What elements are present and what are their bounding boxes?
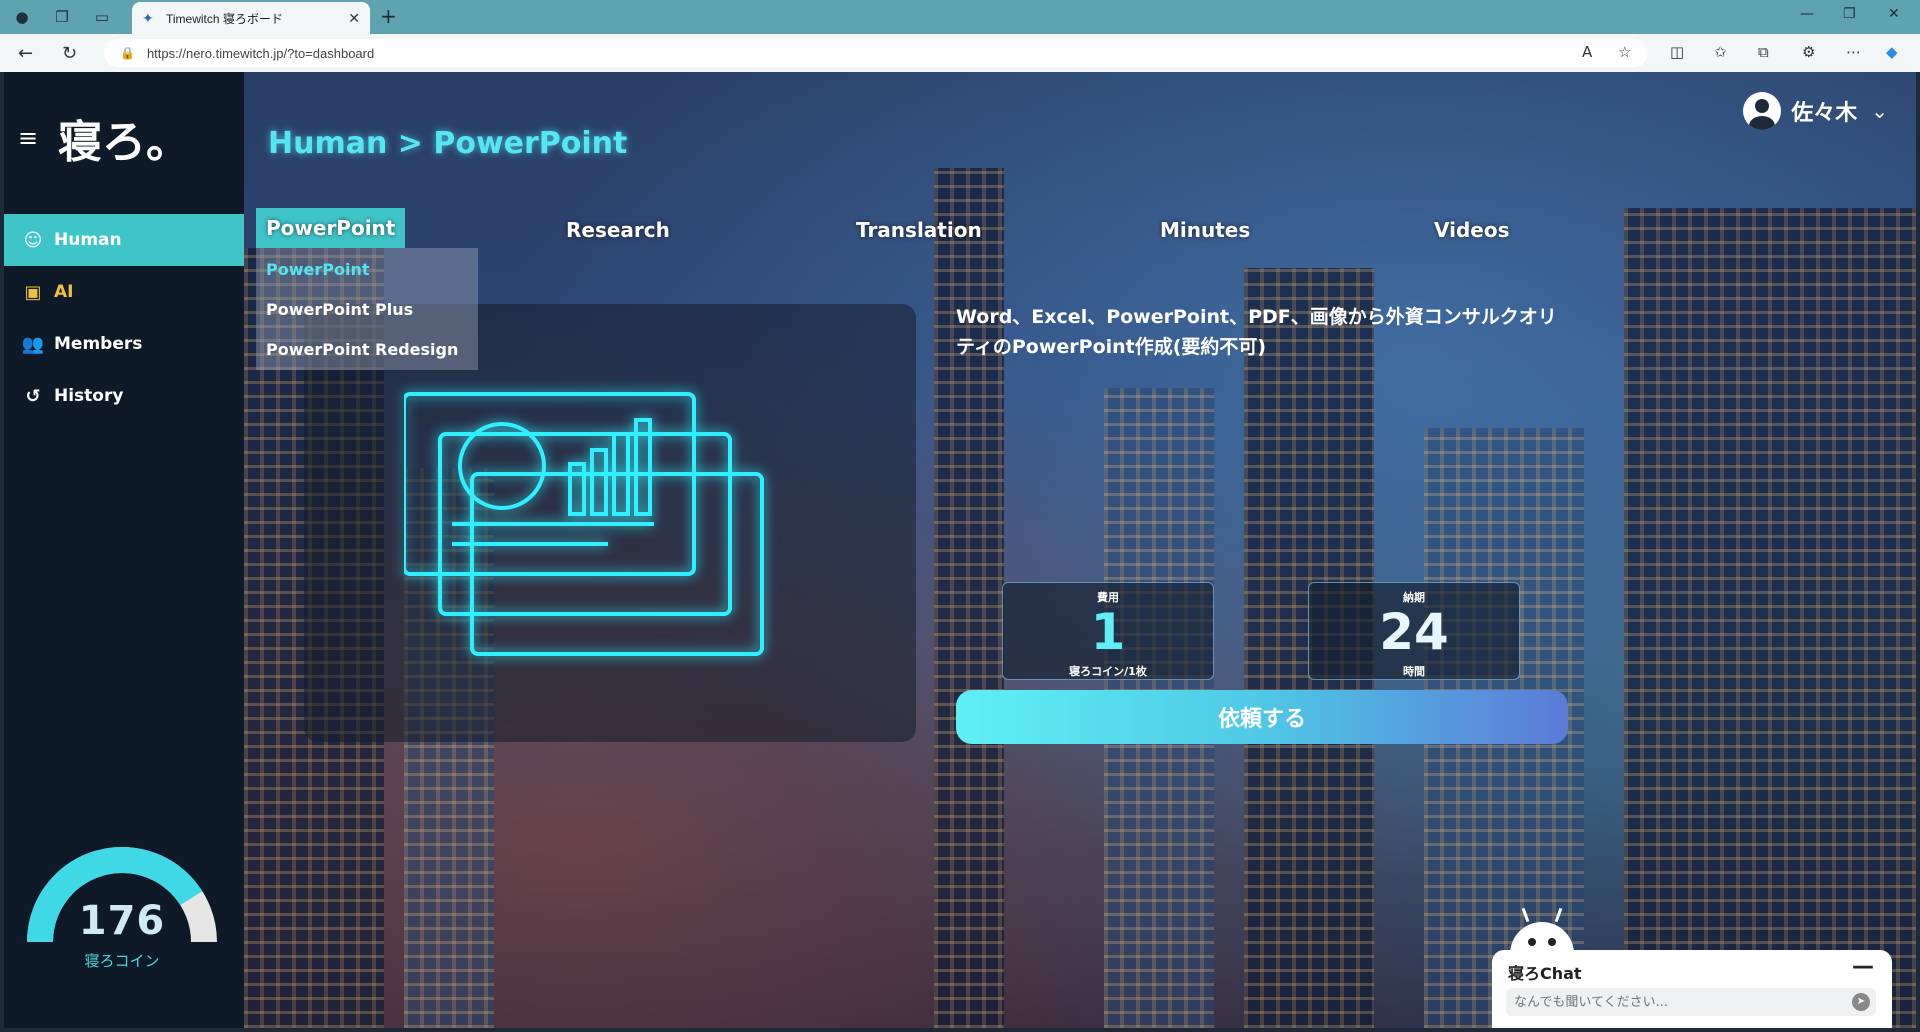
main-content: Human > PowerPoint 佐々木 ⌄ PowerPoint Rese…	[244, 72, 1916, 1028]
coin-label: 寝ろコイン	[84, 952, 160, 970]
subcategory-dropdown: PowerPoint PowerPoint Plus PowerPoint Re…	[256, 248, 478, 370]
timewitch-favicon-icon: ✦	[142, 10, 154, 26]
minimize-icon[interactable]: —	[1800, 6, 1814, 22]
browser-tab[interactable]: ✦ Timewitch 寝ろボード ✕	[132, 2, 370, 34]
address-bar: ← ↻ 🔒 https://nero.timewitch.jp/?to=dash…	[0, 34, 1920, 72]
sidebar-item-history[interactable]: ↺ History	[4, 370, 244, 422]
logo: 寝ろ。	[58, 117, 190, 168]
favorite-star-icon[interactable]: ☆	[1618, 43, 1631, 61]
cost-value: 1	[1090, 603, 1126, 661]
tab-videos[interactable]: Videos	[1434, 212, 1510, 248]
service-description: Word、Excel、PowerPoint、PDF、画像から外資コンサルクオリテ…	[956, 306, 1557, 358]
favorites-icon[interactable]: ✩	[1714, 43, 1727, 61]
chat-title: 寝ろChat	[1508, 964, 1582, 983]
tab-research[interactable]: Research	[566, 212, 670, 248]
sidebar: ≡ 寝ろ。 ☺ Human ▣ AI 👥 Members ↺ History 1…	[4, 72, 244, 1028]
collections-icon[interactable]: ⧉	[1758, 43, 1769, 61]
delivery-value: 24	[1379, 603, 1449, 661]
dropdown-item-powerpoint-plus[interactable]: PowerPoint Plus	[266, 300, 413, 319]
user-menu[interactable]: 佐々木 ⌄	[1743, 92, 1888, 130]
sidebar-item-label: Members	[54, 334, 143, 354]
coin-count: 176	[78, 898, 166, 944]
minimize-chat-icon[interactable]: —	[1852, 954, 1874, 979]
restore-icon[interactable]: ❐	[1843, 6, 1856, 22]
sidebar-item-members[interactable]: 👥 Members	[4, 318, 244, 370]
lock-icon: 🔒	[120, 46, 135, 60]
chevron-down-icon: ⌄	[1871, 99, 1888, 123]
sidebar-item-label: Human	[54, 230, 122, 250]
extensions-icon[interactable]: ⚙	[1802, 43, 1815, 61]
tab-actions-icon[interactable]: ▭	[88, 3, 116, 31]
send-icon[interactable]: ➤	[1852, 993, 1870, 1011]
sidebar-item-human[interactable]: ☺ Human	[4, 214, 244, 266]
tab-minutes[interactable]: Minutes	[1160, 212, 1250, 248]
history-icon: ↺	[25, 385, 41, 407]
copilot-icon[interactable]: ◆	[1886, 43, 1898, 61]
chat-widget: 寝ろChat — ➤	[1492, 950, 1892, 1028]
page: ≡ 寝ろ。 ☺ Human ▣ AI 👥 Members ↺ History 1…	[4, 72, 1916, 1028]
coin-gauge: 176 寝ろコイン	[22, 832, 222, 972]
sidebar-item-label: History	[54, 386, 124, 406]
tab-powerpoint[interactable]: PowerPoint	[256, 208, 406, 248]
new-tab-icon[interactable]: +	[380, 4, 397, 28]
cost-box: 費用 1 寝ろコイン/1枚	[1002, 582, 1214, 680]
sidebar-item-label: AI	[54, 282, 74, 302]
tab-translation[interactable]: Translation	[856, 212, 982, 248]
tab-close-icon[interactable]: ✕	[348, 10, 360, 27]
delivery-box: 納期 24 時間	[1308, 582, 1520, 680]
split-screen-icon[interactable]: ◫	[1670, 43, 1684, 61]
close-window-icon[interactable]: ✕	[1888, 6, 1900, 22]
brain-head-icon: ☺	[23, 229, 43, 251]
request-button[interactable]: 依頼する	[956, 690, 1568, 744]
more-menu-icon[interactable]: ⋯	[1846, 43, 1861, 61]
url-field[interactable]: 🔒 https://nero.timewitch.jp/?to=dashboar…	[104, 39, 1648, 67]
chat-input[interactable]	[1506, 988, 1876, 1016]
dropdown-item-powerpoint[interactable]: PowerPoint	[266, 260, 369, 279]
tab-title: Timewitch 寝ろボード	[166, 11, 283, 26]
url-text: https://nero.timewitch.jp/?to=dashboard	[146, 45, 375, 61]
sidebar-item-ai[interactable]: ▣ AI	[4, 266, 244, 318]
user-name: 佐々木	[1791, 101, 1858, 126]
dropdown-item-powerpoint-redesign[interactable]: PowerPoint Redesign	[266, 340, 458, 359]
workspaces-icon[interactable]: ❐	[48, 3, 76, 31]
refresh-icon[interactable]: ↻	[62, 43, 77, 64]
presentation-icon	[404, 392, 764, 656]
cost-unit: 寝ろコイン/1枚	[1069, 665, 1147, 678]
hamburger-menu-icon[interactable]: ≡	[18, 124, 38, 152]
read-aloud-icon[interactable]: A	[1582, 43, 1592, 61]
ai-chip-icon: ▣	[24, 281, 42, 303]
avatar	[1743, 92, 1782, 130]
profile-icon[interactable]: ●	[8, 3, 36, 31]
members-icon: 👥	[21, 333, 45, 355]
back-icon[interactable]: ←	[18, 43, 33, 64]
delivery-unit: 時間	[1403, 665, 1425, 678]
breadcrumb: Human > PowerPoint	[268, 126, 628, 161]
